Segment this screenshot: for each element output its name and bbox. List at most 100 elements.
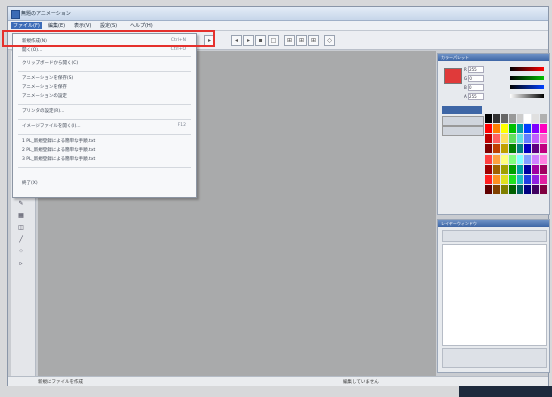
current-color-swatch[interactable] (444, 68, 462, 84)
toolbar-button[interactable]: ▪ (255, 35, 266, 46)
palette-swatch[interactable] (492, 124, 500, 134)
palette-swatch[interactable] (500, 114, 508, 123)
color-slider-a[interactable] (510, 94, 544, 98)
palette-swatch[interactable] (532, 174, 540, 184)
menu-item-open-image[interactable]: イメージファイルを開く(I)... F12 (13, 122, 196, 130)
pencil-tool-icon[interactable]: ✎ (14, 199, 28, 208)
select-tool-icon[interactable]: ▹ (14, 259, 28, 268)
palette-swatch[interactable] (516, 144, 524, 154)
palette-swatch[interactable] (532, 124, 540, 134)
menu-item-recent-3[interactable]: 3 PL_新規登録による簡単な手順.txt (13, 155, 196, 163)
palette-swatch[interactable] (492, 184, 500, 194)
palette-swatch[interactable] (516, 124, 524, 134)
palette-swatch[interactable] (492, 114, 500, 123)
menu-item-printer-settings[interactable]: プリンタの設定(R)... (13, 107, 196, 115)
color-field-g[interactable]: G 0 (464, 75, 485, 84)
palette-swatch[interactable] (508, 144, 516, 154)
palette-swatch[interactable] (508, 114, 516, 123)
toolbar-button[interactable]: □ (268, 35, 279, 46)
palette-swatch[interactable] (524, 174, 532, 184)
palette-swatch[interactable] (532, 134, 540, 144)
menu-item-recent-1[interactable]: 1 PL_新規登録による簡単な手順.txt (13, 137, 196, 145)
palette-swatch[interactable] (508, 154, 516, 164)
palette-swatch[interactable] (485, 184, 492, 194)
palette-swatch[interactable] (500, 184, 508, 194)
fill-tool-icon[interactable]: ▦ (14, 211, 28, 220)
palette-swatch[interactable] (540, 154, 547, 164)
menu-view[interactable]: 表示(V) (74, 22, 91, 29)
palette-swatch[interactable] (540, 144, 547, 154)
palette-swatch[interactable] (540, 174, 547, 184)
color-slider-b[interactable] (510, 85, 544, 89)
palette-swatch[interactable] (508, 184, 516, 194)
palette-swatch[interactable] (532, 114, 540, 123)
color-field-r[interactable]: R 255 (464, 66, 485, 75)
palette-tab-2[interactable] (442, 116, 484, 126)
palette-swatch[interactable] (508, 164, 516, 174)
menu-settings[interactable]: 設定(S) (100, 22, 117, 29)
palette-swatch[interactable] (540, 184, 547, 194)
palette-swatch[interactable] (508, 174, 516, 184)
menu-item-exit[interactable]: 終了(X) (13, 179, 196, 187)
palette-swatch[interactable] (540, 124, 547, 134)
menu-item-open[interactable]: 開く(O)... Ctrl+O (13, 46, 196, 54)
palette-swatch[interactable] (508, 124, 516, 134)
palette-swatch[interactable] (516, 154, 524, 164)
palette-swatch[interactable] (492, 134, 500, 144)
menu-item-open-clipboard[interactable]: クリップボードから開く(C) (13, 59, 196, 67)
palette-swatch[interactable] (532, 144, 540, 154)
color-slider-g[interactable] (510, 76, 544, 80)
palette-swatch[interactable] (516, 184, 524, 194)
palette-swatch[interactable] (532, 154, 540, 164)
layer-list[interactable] (442, 244, 547, 346)
palette-swatch[interactable] (532, 184, 540, 194)
palette-swatch[interactable] (516, 134, 524, 144)
toolbar-button[interactable]: ▸ (243, 35, 254, 46)
toolbar-button[interactable]: ◇ (324, 35, 335, 46)
toolbar-button[interactable]: ⊞ (296, 35, 307, 46)
menu-item-animation-settings[interactable]: アニメーションの設定 (13, 92, 196, 100)
palette-swatch[interactable] (500, 144, 508, 154)
palette-swatch[interactable] (540, 134, 547, 144)
palette-swatch[interactable] (500, 134, 508, 144)
palette-swatch[interactable] (492, 154, 500, 164)
menu-item-save-animation-as[interactable]: アニメーションを保存 (13, 83, 196, 91)
menu-file[interactable]: ファイル(F) (11, 22, 42, 29)
palette-tab-1[interactable] (442, 106, 482, 114)
eraser-tool-icon[interactable]: ◫ (14, 223, 28, 232)
spray-tool-icon[interactable]: ⁘ (14, 247, 28, 256)
palette-swatch[interactable] (500, 154, 508, 164)
palette-swatch[interactable] (524, 134, 532, 144)
palette-swatch[interactable] (524, 124, 532, 134)
color-field-a[interactable]: A 255 (464, 93, 485, 102)
palette-swatch[interactable] (485, 174, 492, 184)
palette-swatch[interactable] (508, 134, 516, 144)
palette-swatch[interactable] (540, 114, 547, 123)
palette-swatch[interactable] (485, 164, 492, 174)
palette-tab-3[interactable] (442, 126, 484, 136)
menu-item-save-animation[interactable]: アニメーションを保存(S) (13, 74, 196, 82)
palette-swatch[interactable] (485, 154, 492, 164)
palette-swatch[interactable] (524, 144, 532, 154)
menu-help[interactable]: ヘルプ(H) (130, 22, 153, 29)
palette-swatch[interactable] (485, 144, 492, 154)
palette-swatch[interactable] (516, 114, 524, 123)
menu-edit[interactable]: 編集(E) (48, 22, 65, 29)
toolbar-button[interactable]: ⊞ (308, 35, 319, 46)
toolbar-button[interactable]: ◂ (231, 35, 242, 46)
palette-swatch[interactable] (524, 184, 532, 194)
palette-swatch[interactable] (485, 134, 492, 144)
toolbar-button[interactable]: ⊞ (284, 35, 295, 46)
color-field-b[interactable]: B 0 (464, 84, 485, 93)
palette-swatch[interactable] (500, 174, 508, 184)
menu-item-recent-2[interactable]: 2 PL_新規登録による簡単な手順.txt (13, 146, 196, 154)
palette-swatch[interactable] (516, 164, 524, 174)
palette-swatch[interactable] (492, 164, 500, 174)
palette-swatch[interactable] (524, 164, 532, 174)
line-tool-icon[interactable]: ╱ (14, 235, 28, 244)
palette-swatch[interactable] (524, 154, 532, 164)
palette-swatch[interactable] (485, 124, 492, 134)
color-slider-r[interactable] (510, 67, 544, 71)
palette-swatch[interactable] (500, 164, 508, 174)
palette-swatch[interactable] (485, 114, 492, 123)
